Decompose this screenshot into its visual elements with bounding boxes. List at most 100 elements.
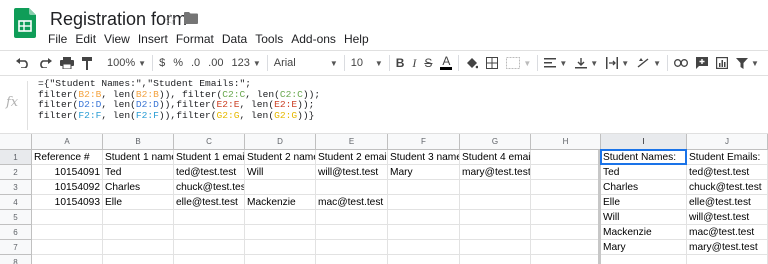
decrease-decimal-button[interactable]: .0 xyxy=(187,53,204,73)
column-header-i[interactable]: I xyxy=(601,134,687,150)
column-header-f[interactable]: F xyxy=(388,134,460,150)
menu-file[interactable]: File xyxy=(44,30,71,48)
cell-b1[interactable]: Student 1 name xyxy=(103,150,174,165)
cell-b8[interactable] xyxy=(103,255,174,264)
paint-format-icon[interactable] xyxy=(78,53,97,73)
cell-j3[interactable]: chuck@test.test xyxy=(687,180,768,195)
cell-i6[interactable]: Mackenzie xyxy=(601,225,687,240)
cell-b3[interactable]: Charles xyxy=(103,180,174,195)
cell-c2[interactable]: ted@test.test xyxy=(174,165,245,180)
cell-g5[interactable] xyxy=(460,210,531,225)
fill-color-icon[interactable] xyxy=(461,53,482,73)
cell-g7[interactable] xyxy=(460,240,531,255)
row-header-7[interactable]: 7 xyxy=(0,240,32,255)
filter-icon[interactable]: ▼ xyxy=(732,53,763,73)
folder-icon[interactable] xyxy=(184,12,198,24)
italic-icon[interactable]: I xyxy=(408,53,420,73)
cell-c4[interactable]: elle@test.test xyxy=(174,195,245,210)
cell-f8[interactable] xyxy=(388,255,460,264)
cell-g3[interactable] xyxy=(460,180,531,195)
cell-e5[interactable] xyxy=(316,210,388,225)
row-header-6[interactable]: 6 xyxy=(0,225,32,240)
menu-tools[interactable]: Tools xyxy=(251,30,287,48)
cell-j1[interactable]: Student Emails: xyxy=(687,150,768,165)
cell-j2[interactable]: ted@test.test xyxy=(687,165,768,180)
cell-a8[interactable] xyxy=(32,255,103,264)
cell-g8[interactable] xyxy=(460,255,531,264)
text-color-icon[interactable]: A xyxy=(436,53,456,73)
cell-i1[interactable]: Student Names: xyxy=(601,150,687,165)
cell-b6[interactable] xyxy=(103,225,174,240)
cell-d7[interactable] xyxy=(245,240,316,255)
row-header-5[interactable]: 5 xyxy=(0,210,32,225)
row-header-2[interactable]: 2 xyxy=(0,165,32,180)
cell-f4[interactable] xyxy=(388,195,460,210)
cell-i2[interactable]: Ted xyxy=(601,165,687,180)
cell-d3[interactable] xyxy=(245,180,316,195)
column-header-d[interactable]: D xyxy=(245,134,316,150)
cell-b4[interactable]: Elle xyxy=(103,195,174,210)
menu-format[interactable]: Format xyxy=(172,30,218,48)
cell-b5[interactable] xyxy=(103,210,174,225)
cell-j4[interactable]: elle@test.test xyxy=(687,195,768,210)
cell-i4[interactable]: Elle xyxy=(601,195,687,210)
cell-b7[interactable] xyxy=(103,240,174,255)
column-header-g[interactable]: G xyxy=(460,134,531,150)
cell-a3[interactable]: 10154092 xyxy=(32,180,103,195)
cell-c3[interactable]: chuck@test.test xyxy=(174,180,245,195)
cell-j7[interactable]: mary@test.test xyxy=(687,240,768,255)
cell-e2[interactable]: will@test.test xyxy=(316,165,388,180)
cell-c5[interactable] xyxy=(174,210,245,225)
select-all-corner[interactable] xyxy=(0,134,32,150)
row-header-1[interactable]: 1 xyxy=(0,150,32,165)
formula-input[interactable]: ={"Student Names:","Student Emails:"; fi… xyxy=(38,78,320,121)
cell-j8[interactable] xyxy=(687,255,768,264)
cell-h1[interactable] xyxy=(531,150,601,165)
zoom-select[interactable]: 100% ▼ xyxy=(103,53,150,73)
insert-chart-icon[interactable] xyxy=(712,53,732,73)
cell-f7[interactable] xyxy=(388,240,460,255)
increase-decimal-button[interactable]: .00 xyxy=(204,53,227,73)
cell-a7[interactable] xyxy=(32,240,103,255)
print-icon[interactable] xyxy=(56,53,78,73)
cell-h4[interactable] xyxy=(531,195,601,210)
column-header-h[interactable]: H xyxy=(531,134,601,150)
cell-d6[interactable] xyxy=(245,225,316,240)
cell-j6[interactable]: mac@test.test xyxy=(687,225,768,240)
cell-e3[interactable] xyxy=(316,180,388,195)
cell-e1[interactable]: Student 2 email xyxy=(316,150,388,165)
redo-icon[interactable] xyxy=(34,53,56,73)
insert-link-icon[interactable] xyxy=(670,53,692,73)
cell-a5[interactable] xyxy=(32,210,103,225)
more-formats-button[interactable]: 123 ▼ xyxy=(227,53,264,73)
cell-b2[interactable]: Ted xyxy=(103,165,174,180)
column-header-b[interactable]: B xyxy=(103,134,174,150)
cell-d5[interactable] xyxy=(245,210,316,225)
cell-a4[interactable]: 10154093 xyxy=(32,195,103,210)
cell-g1[interactable]: Student 4 email xyxy=(460,150,531,165)
cell-c1[interactable]: Student 1 email xyxy=(174,150,245,165)
cell-f2[interactable]: Mary xyxy=(388,165,460,180)
menu-insert[interactable]: Insert xyxy=(134,30,172,48)
column-header-a[interactable]: A xyxy=(32,134,103,150)
text-rotation-icon[interactable]: ▼ xyxy=(633,53,665,73)
cell-e6[interactable] xyxy=(316,225,388,240)
row-header-3[interactable]: 3 xyxy=(0,180,32,195)
cell-g6[interactable] xyxy=(460,225,531,240)
cell-f5[interactable] xyxy=(388,210,460,225)
font-size-select[interactable]: 10 ▼ xyxy=(347,53,387,73)
cell-g2[interactable]: mary@test.test xyxy=(460,165,531,180)
undo-icon[interactable] xyxy=(12,53,34,73)
menu-addons[interactable]: Add-ons xyxy=(287,30,340,48)
cell-g4[interactable] xyxy=(460,195,531,210)
cell-e4[interactable]: mac@test.test xyxy=(316,195,388,210)
cell-f1[interactable]: Student 3 name xyxy=(388,150,460,165)
text-wrap-icon[interactable]: ▼ xyxy=(602,53,633,73)
cell-h7[interactable] xyxy=(531,240,601,255)
cell-i5[interactable]: Will xyxy=(601,210,687,225)
cell-i7[interactable]: Mary xyxy=(601,240,687,255)
bold-icon[interactable]: B xyxy=(392,53,409,73)
horizontal-align-icon[interactable]: ▼ xyxy=(540,53,571,73)
font-family-select[interactable]: Arial ▼ xyxy=(270,53,342,73)
cell-i8[interactable] xyxy=(601,255,687,264)
